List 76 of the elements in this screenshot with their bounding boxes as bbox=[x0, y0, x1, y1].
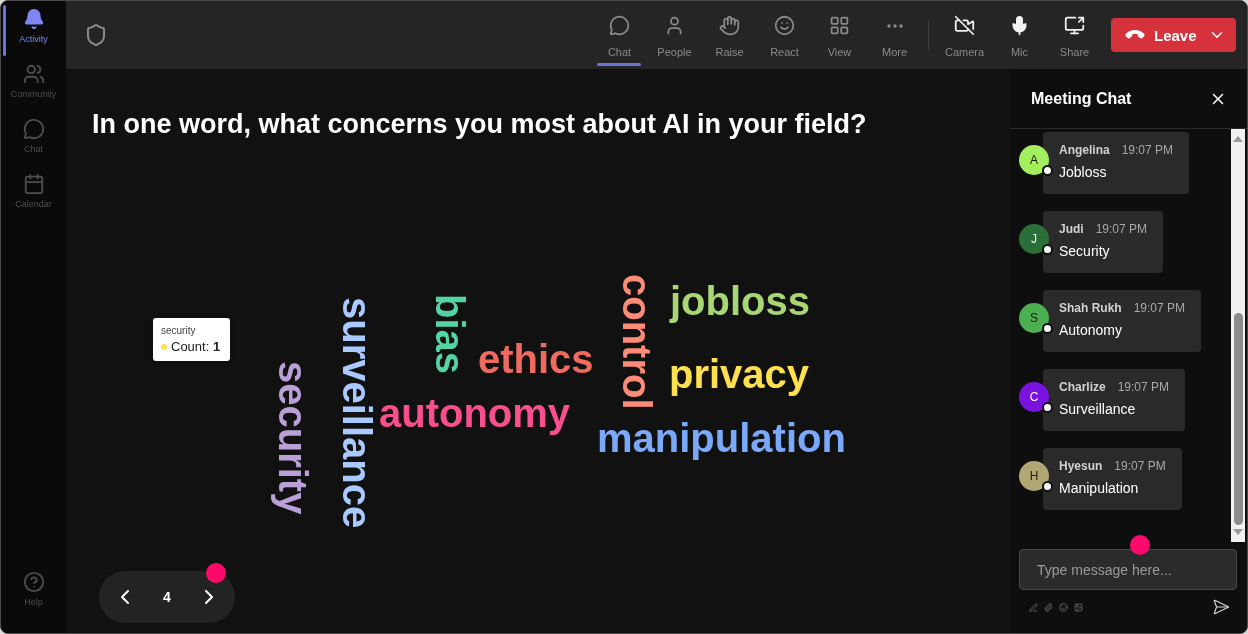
cloud-word: manipulation bbox=[597, 418, 846, 458]
message-time: 19:07 PM bbox=[1117, 379, 1170, 395]
calendar-icon bbox=[22, 173, 45, 195]
sidebar-item[interactable]: Activity bbox=[1, 5, 66, 60]
smiley-icon bbox=[774, 15, 795, 36]
scrollbar-thumb[interactable] bbox=[1233, 313, 1243, 525]
sender-name: Hyesun bbox=[1059, 458, 1103, 474]
avatar: A bbox=[1019, 145, 1049, 175]
cloud-word: privacy bbox=[669, 354, 810, 394]
share-screen-icon bbox=[1064, 15, 1085, 36]
sender-name: Judi bbox=[1059, 221, 1084, 237]
help-icon bbox=[22, 571, 45, 593]
indicator-dot-icon bbox=[1130, 535, 1150, 555]
toolbar-button[interactable]: Camera bbox=[937, 1, 992, 69]
bell-icon bbox=[22, 8, 45, 30]
message-text: Surveillance bbox=[1059, 400, 1137, 419]
toolbar-button[interactable]: Share bbox=[1047, 1, 1102, 69]
avatar: J bbox=[1019, 224, 1049, 254]
cloud-word: surveillance bbox=[337, 297, 377, 529]
sidebar-item[interactable]: Community bbox=[1, 60, 66, 115]
cloud-word: security bbox=[273, 361, 313, 515]
camera-off-icon bbox=[954, 15, 975, 36]
chat-bubble-icon bbox=[609, 15, 630, 36]
message-time: 19:07 PM bbox=[1133, 300, 1186, 316]
pen-icon[interactable] bbox=[1029, 602, 1038, 612]
toolbar-tab[interactable]: View bbox=[812, 1, 867, 69]
indicator-dot-icon bbox=[206, 563, 226, 583]
scrollbar[interactable] bbox=[1231, 129, 1245, 542]
message-text: Jobloss bbox=[1059, 163, 1108, 182]
avatar: C bbox=[1019, 382, 1049, 412]
shield-icon bbox=[84, 23, 108, 47]
cloud-word: control bbox=[617, 274, 657, 410]
smiley-icon[interactable] bbox=[1059, 602, 1068, 612]
leave-button[interactable]: Leave bbox=[1111, 18, 1236, 52]
tooltip-count: Count: 1 bbox=[171, 339, 221, 355]
toolbar-tab[interactable]: React bbox=[757, 1, 812, 69]
grid-icon bbox=[829, 15, 850, 36]
send-button[interactable] bbox=[1212, 598, 1230, 616]
people-icon bbox=[22, 63, 45, 85]
sender-name: Shah Rukh bbox=[1059, 300, 1122, 316]
sender-name: Charlize bbox=[1059, 379, 1106, 395]
image-icon[interactable] bbox=[1074, 602, 1083, 612]
message-time: 19:07 PM bbox=[1114, 458, 1166, 474]
cloud-word: jobloss bbox=[670, 281, 811, 321]
legend-dot-icon bbox=[161, 344, 167, 350]
toolbar-tab[interactable]: Chat bbox=[592, 1, 647, 69]
tooltip-word: security bbox=[161, 324, 197, 337]
toolbar-tab[interactable]: More bbox=[867, 1, 922, 69]
help-item[interactable]: Help bbox=[1, 568, 66, 623]
message-input[interactable]: Type message here... bbox=[1019, 549, 1237, 590]
more-icon bbox=[886, 23, 903, 28]
toolbar-button[interactable]: Mic bbox=[992, 1, 1047, 69]
scroll-up-icon[interactable] bbox=[1233, 136, 1243, 142]
toolbar-tab[interactable]: Raise bbox=[702, 1, 757, 69]
question-title: In one word, what concerns you most about AI in your field? bbox=[92, 108, 868, 141]
paperclip-icon[interactable] bbox=[1044, 602, 1053, 612]
cloud-word: ethics bbox=[478, 339, 594, 379]
scroll-down-icon[interactable] bbox=[1233, 529, 1243, 535]
page-number: 4 bbox=[163, 589, 171, 605]
chat-title: Meeting Chat bbox=[1031, 89, 1132, 108]
sidebar-item[interactable]: Chat bbox=[1, 115, 66, 170]
avatar: S bbox=[1019, 303, 1049, 333]
message-time: 19:07 PM bbox=[1121, 142, 1174, 158]
message-time: 19:07 PM bbox=[1095, 221, 1148, 237]
message-text: Security bbox=[1059, 242, 1111, 261]
chat-bubble-icon bbox=[22, 118, 45, 140]
message-text: Autonomy bbox=[1059, 321, 1124, 340]
avatar: H bbox=[1019, 461, 1049, 491]
hand-icon bbox=[719, 15, 740, 36]
send-icon bbox=[1212, 598, 1230, 616]
cloud-word: bias bbox=[430, 294, 470, 375]
sender-name: Angelina bbox=[1059, 142, 1110, 158]
toolbar-tab[interactable]: People bbox=[647, 1, 702, 69]
message-text: Manipulation bbox=[1059, 479, 1140, 498]
cloud-word: autonomy bbox=[379, 393, 571, 433]
sidebar-item[interactable]: Calendar bbox=[1, 170, 66, 225]
